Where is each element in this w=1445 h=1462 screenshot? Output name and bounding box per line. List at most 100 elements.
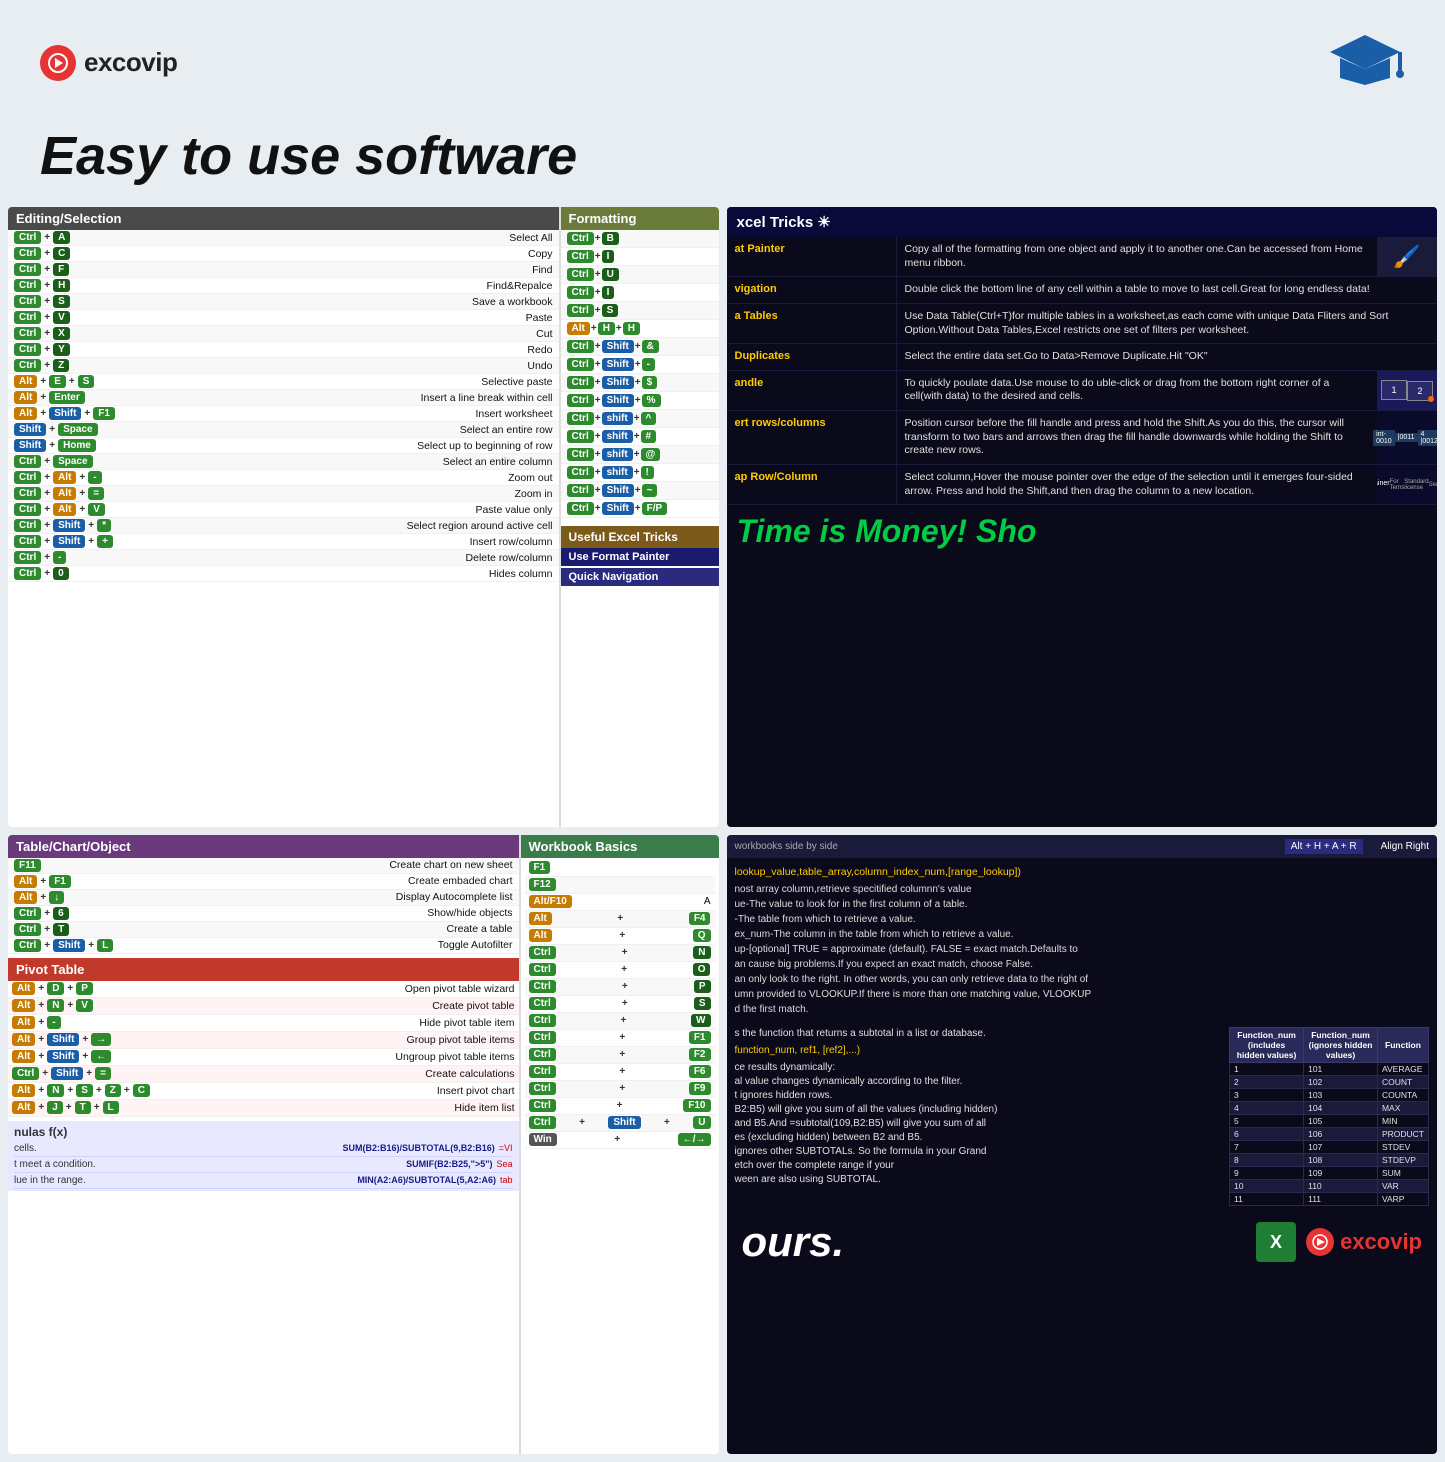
shortcut-keys: F11 (14, 859, 41, 872)
shortcut-row: Ctrl + V Paste (8, 310, 559, 326)
key-left: ← (91, 1050, 111, 1063)
shortcut-keys: Alt + - (12, 1016, 61, 1029)
key-i: I (602, 250, 615, 263)
key-ctrl: Ctrl (529, 980, 556, 993)
shortcut-row: F11 Create chart on new sheet (8, 858, 519, 874)
quick-navigation-item[interactable]: Quick Navigation (561, 568, 719, 586)
key-alt: Alt (14, 407, 37, 420)
logo-area: excovip (40, 45, 177, 81)
shortcut-keys: Ctrl + A (14, 231, 70, 244)
excel-logo: X (1256, 1222, 1296, 1262)
key-f4: F4 (689, 912, 711, 925)
fmt-row: Ctrl + shift + ! (561, 464, 719, 482)
key-ctrl: Ctrl (14, 343, 41, 356)
fmt-row: Ctrl + S (561, 302, 719, 320)
shortcut-keys: Ctrl + C (14, 247, 70, 260)
key-d: D (47, 982, 64, 995)
table-row: 11111VARP (1230, 1193, 1429, 1206)
shortcut-keys: Ctrl + Shift + + (14, 535, 113, 548)
action-zoomout: Zoom out (508, 472, 552, 484)
key-shift: Shift (602, 358, 634, 371)
pivot-row: Alt + N + S + Z + C Insert pivot chart (8, 1083, 519, 1100)
shortcut-keys: Alt + Enter (14, 391, 85, 404)
key-ctrl: Ctrl (567, 430, 594, 443)
pivot-row: Alt + J + T + L Hide item list (8, 1100, 519, 1117)
key-ctrl: Ctrl (529, 1031, 556, 1044)
trick-image: int-0010 |0011 4 |0012 (1377, 411, 1437, 464)
pivot-row: Alt + N + V Create pivot table (8, 998, 519, 1015)
wb-row: Alt + F4 (525, 911, 715, 928)
vlookup-line: up-[optional] TRUE = approximate (defaul… (735, 942, 1430, 957)
vlookup-line: d the first match. (735, 1002, 1430, 1017)
action-paste: Paste (526, 312, 553, 324)
shortcut-row: Ctrl + Shift + * Select region around ac… (8, 518, 559, 534)
shortcut-keys: Ctrl + Space (14, 455, 93, 468)
key-c: C (53, 247, 70, 260)
key-f11: F11 (14, 859, 41, 872)
table-row: 10110VAR (1230, 1180, 1429, 1193)
shortcut-row: Ctrl + S Save a workbook (8, 294, 559, 310)
editing-section: Editing/Selection Ctrl + A Select All Ct… (8, 207, 559, 827)
fmt-row: Ctrl + B (561, 230, 719, 248)
subtotal-text: s the function that returns a subtotal i… (735, 1027, 1222, 1206)
key-0: 0 (53, 567, 69, 580)
action-selbeginrow: Select up to beginning of row (417, 440, 552, 452)
key-ctrl: Ctrl (14, 311, 41, 324)
key-shift: Shift (49, 407, 81, 420)
key-arrows: ←/→ (678, 1133, 711, 1146)
key-h2: H (623, 322, 640, 335)
col-header: Function_num (includes hidden values) (1230, 1028, 1304, 1063)
wb-row: F12 (525, 877, 715, 894)
use-format-painter-item[interactable]: Use Format Painter (561, 548, 719, 566)
vlookup-syntax: lookup_value,table_array,column_index_nu… (735, 864, 1430, 881)
tricks-header: xcel Tricks ☀ (727, 207, 1438, 237)
key-f1: F1 (93, 407, 115, 420)
key-fp: F/P (642, 502, 668, 515)
vlookup-line: nost array column,retrieve specitified c… (735, 882, 1430, 897)
key-eq: = (95, 1067, 111, 1080)
key-shift: Shift (602, 376, 634, 389)
trick-desc: Select the entire data set.Go to Data>Re… (897, 344, 1438, 370)
shortcut-keys: Ctrl + Y (14, 343, 70, 356)
key-win: Win (529, 1133, 557, 1146)
key-n: N (47, 1084, 64, 1097)
wb-row: Ctrl + O (525, 962, 715, 979)
wb-row: Win + ←/→ (525, 1132, 715, 1149)
trick-image: 1 2 (1377, 371, 1437, 410)
shortcut-row: Shift + Space Select an entire row (8, 422, 559, 438)
tricks-title: xcel Tricks ☀ (737, 213, 831, 231)
key-eq: = (88, 487, 104, 500)
trick-desc: Position cursor before the fill handle a… (897, 411, 1378, 464)
key-ctrl: Ctrl (567, 412, 594, 425)
fmt-row: Ctrl + Shift + - (561, 356, 719, 374)
formula-row: lue in the range. MIN(A2:A6)/SUBTOTAL(5,… (14, 1173, 513, 1189)
shortcut-keys: Alt + J + T + L (12, 1101, 119, 1114)
table-row: 9109SUM (1230, 1167, 1429, 1180)
action: Create embaded chart (408, 875, 512, 887)
subtotal-point: al value changes dynamically according t… (735, 1075, 1222, 1089)
action-undo: Undo (527, 360, 552, 372)
key-ctrl: Ctrl (14, 907, 41, 920)
key-f1: F1 (689, 1031, 711, 1044)
key-l: L (103, 1101, 119, 1114)
pivot-row: Alt + Shift + → Group pivot table items (8, 1032, 519, 1049)
key-minus: - (47, 1016, 60, 1029)
key-ctrl: Ctrl (529, 1099, 556, 1112)
formula-val: SUMIF(B2:B25,">5") (406, 1159, 492, 1170)
panel-excel-tricks: xcel Tricks ☀ at Painter Copy all of the… (727, 207, 1438, 827)
key-shift: Shift (602, 340, 634, 353)
key-z: Z (105, 1084, 121, 1097)
ours-text: ours. (742, 1218, 845, 1266)
shortcut-row: Ctrl + F Find (8, 262, 559, 278)
subtotal-point: etch over the complete range if your (735, 1159, 1222, 1173)
shortcut-row: Alt + E + S Selective paste (8, 374, 559, 390)
shortcut-keys: Ctrl + S (14, 295, 70, 308)
key-ctrl: Ctrl (567, 466, 594, 479)
key-amp: & (642, 340, 659, 353)
col-header: Function (1377, 1028, 1428, 1063)
subtotal-intro: s the function that returns a subtotal i… (735, 1027, 1222, 1041)
key-ctrl: Ctrl (529, 946, 556, 959)
action-selcol: Select an entire column (443, 456, 553, 468)
subtotal-point: es (excluding hidden) between B2 and B5. (735, 1131, 1222, 1145)
trick-row: ert rows/columns Position cursor before … (727, 411, 1438, 465)
